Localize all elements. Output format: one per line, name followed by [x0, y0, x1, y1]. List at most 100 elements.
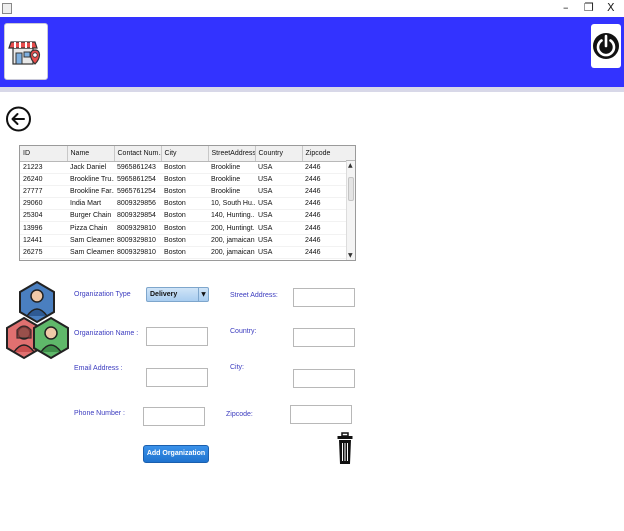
table-row[interactable]: 13996 Pizza Chain 8009329810 Boston 200,…	[20, 221, 348, 235]
table-row[interactable]: 27777 Brookline Far... 5965761254 Boston…	[20, 185, 348, 199]
table-cell: 13996	[20, 221, 67, 235]
table-cell: 8009329810	[114, 234, 161, 247]
table-cell: Boston	[161, 197, 208, 211]
street-address-label: Street Address:	[230, 292, 278, 299]
table-cell: 2446	[302, 185, 348, 199]
table-cell: Boston	[161, 185, 208, 199]
table-cell: Boston	[161, 173, 208, 186]
back-arrow-icon	[6, 106, 31, 132]
table-cell: Sam Cleamers	[67, 246, 114, 260]
phone-number-label: Phone Number :	[74, 410, 125, 417]
table-cell: 140, Hunting...	[208, 209, 255, 223]
store-location-button[interactable]	[4, 23, 48, 80]
column-header-name[interactable]: Name	[67, 146, 115, 162]
table-cell: USA	[255, 246, 302, 260]
table-cell: 2446	[302, 221, 348, 235]
country-label: Country:	[230, 328, 257, 335]
organization-people-icon	[6, 280, 69, 360]
table-cell: 12441	[20, 234, 67, 247]
table-cell: 8009329854	[114, 209, 161, 223]
table-cell: 2446	[302, 161, 348, 174]
table-cell: Pizza Chain	[67, 221, 114, 235]
table-row[interactable]: 21223 Jack Daniel 5965861243 Boston Broo…	[20, 161, 348, 174]
scroll-up-arrow-icon[interactable]: ▲	[348, 163, 353, 169]
header-divider	[0, 87, 624, 92]
table-cell: 27777	[20, 185, 67, 199]
table-cell: Boston	[161, 246, 208, 260]
back-button[interactable]	[5, 100, 32, 137]
trash-icon	[337, 432, 353, 464]
table-cell: 2446	[302, 197, 348, 211]
table-cell: 8009329810	[114, 246, 161, 260]
table-row[interactable]: 25304 Burger Chain 8009329854 Boston 140…	[20, 209, 348, 223]
table-cell: India Mart	[67, 197, 114, 211]
table-cell: 10, South Hu...	[208, 197, 255, 211]
email-address-label: Email Address :	[74, 365, 123, 372]
restore-button[interactable]: ❐	[584, 1, 594, 15]
close-button[interactable]: X	[607, 1, 615, 15]
store-location-icon	[8, 41, 41, 65]
phone-number-field[interactable]	[143, 407, 205, 426]
table-cell: Brookline	[208, 161, 255, 174]
column-header-zipcode[interactable]: Zipcode	[302, 146, 349, 162]
table-cell: Burger Chain	[67, 209, 114, 223]
table-cell: Brookline Tru...	[67, 173, 114, 186]
table-cell: 2446	[302, 246, 348, 260]
table-cell: 26275	[20, 246, 67, 260]
table-cell: USA	[255, 173, 302, 186]
table-cell: USA	[255, 161, 302, 174]
organization-grid: ID Name Contact Num... City StreetAddres…	[20, 146, 349, 260]
organization-table[interactable]: ID Name Contact Num... City StreetAddres…	[19, 145, 356, 261]
delete-button[interactable]	[337, 432, 353, 465]
table-cell: 8009329810	[114, 221, 161, 235]
organization-name-field[interactable]	[146, 327, 208, 346]
organization-type-select[interactable]: Delivery ▼	[146, 287, 209, 302]
organization-name-label: Organization Name :	[74, 330, 139, 337]
column-header-id[interactable]: ID	[20, 146, 68, 162]
table-cell: Boston	[161, 221, 208, 235]
table-cell: USA	[255, 209, 302, 223]
table-cell: 8009329856	[114, 197, 161, 211]
email-address-field[interactable]	[146, 368, 208, 387]
table-cell: 200, Huntingt...	[208, 221, 255, 235]
column-header-city[interactable]: City	[161, 146, 209, 162]
table-cell: 200, jamaican...	[208, 234, 255, 247]
table-cell: 200, jamaican...	[208, 246, 255, 260]
table-cell: Brookline	[208, 173, 255, 186]
scrollbar-thumb[interactable]	[348, 177, 354, 201]
table-cell: 2446	[302, 209, 348, 223]
power-button[interactable]	[591, 24, 621, 68]
table-cell: 26240	[20, 173, 67, 186]
column-header-country[interactable]: Country	[255, 146, 303, 162]
table-cell: 25304	[20, 209, 67, 223]
country-field[interactable]	[293, 328, 355, 347]
table-row[interactable]: 29060 India Mart 8009329856 Boston 10, S…	[20, 197, 348, 211]
table-cell: USA	[255, 197, 302, 211]
table-row[interactable]: 26275 Sam Cleamers 8009329810 Boston 200…	[20, 246, 348, 260]
scroll-down-arrow-icon[interactable]: ▼	[348, 253, 353, 259]
column-header-contact-number[interactable]: Contact Num...	[114, 146, 162, 162]
table-cell: Sam Cleamers	[67, 234, 114, 247]
zipcode-field[interactable]	[290, 405, 352, 424]
app-window: – ❐ X ID Name Contact Num... City Street…	[0, 0, 624, 531]
table-row[interactable]: 26240 Brookline Tru... 5965861254 Boston…	[20, 173, 348, 186]
city-field[interactable]	[293, 369, 355, 388]
table-cell: 5965861243	[114, 161, 161, 174]
table-header-row: ID Name Contact Num... City StreetAddres…	[20, 146, 349, 162]
table-cell: 2446	[302, 234, 348, 247]
city-label: City:	[230, 364, 244, 371]
table-cell: Brookline Far...	[67, 185, 114, 199]
column-header-street-address[interactable]: StreetAddress	[208, 146, 256, 162]
table-cell: 5965861254	[114, 173, 161, 186]
street-address-field[interactable]	[293, 288, 355, 307]
chevron-down-icon[interactable]: ▼	[198, 288, 208, 301]
table-cell: Jack Daniel	[67, 161, 114, 174]
organization-type-label: Organization Type	[74, 291, 131, 298]
table-row[interactable]: 12441 Sam Cleamers 8009329810 Boston 200…	[20, 234, 348, 247]
organization-people-illustration	[5, 278, 69, 376]
table-cell: USA	[255, 221, 302, 235]
table-vertical-scrollbar[interactable]: ▲ ▼	[346, 161, 355, 260]
add-organization-button[interactable]: Add Organization	[143, 445, 209, 463]
minimize-button[interactable]: –	[563, 1, 569, 15]
table-cell: 2446	[302, 173, 348, 186]
